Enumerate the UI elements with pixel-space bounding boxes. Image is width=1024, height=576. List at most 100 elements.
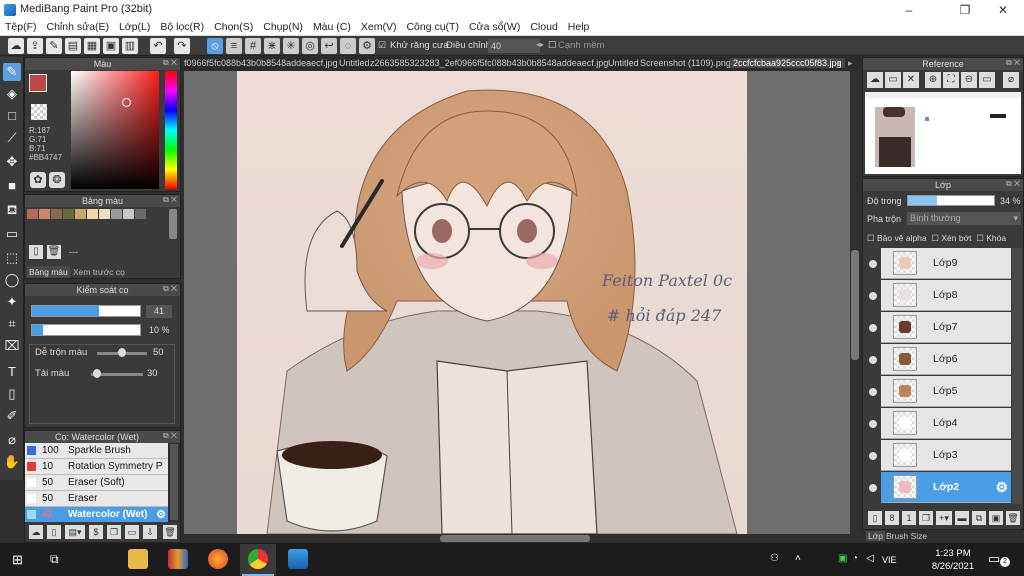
settings-gear-icon[interactable]: ⚙ bbox=[359, 38, 375, 54]
line-tool-icon[interactable]: ⟋ bbox=[3, 129, 21, 147]
task-view-icon[interactable]: ⧉ bbox=[50, 552, 59, 567]
delete-layer-icon[interactable]: 🗑 bbox=[1006, 511, 1020, 525]
antialias-checkbox[interactable]: ☑ bbox=[378, 40, 386, 51]
brush-menu-icon[interactable]: ▤▾ bbox=[65, 525, 85, 539]
tab-scroll-right-icon[interactable]: ▸ bbox=[848, 58, 853, 69]
pen-tool-icon[interactable]: ✐ bbox=[3, 407, 21, 425]
palette-swatch[interactable] bbox=[63, 209, 74, 219]
new-brush-icon[interactable]: ▯ bbox=[47, 525, 61, 539]
brush-size-value[interactable]: 41 bbox=[146, 305, 172, 318]
tab-scroll-left-icon[interactable]: ◂ bbox=[835, 58, 840, 69]
brush-control-close-icon[interactable]: ⧉ ✕ bbox=[163, 284, 177, 294]
merge-layer-icon[interactable]: ⧉ bbox=[972, 511, 986, 525]
layer-visibility-icon[interactable] bbox=[869, 452, 877, 460]
chrome-icon[interactable] bbox=[248, 549, 268, 569]
menu-select[interactable]: Chọn(S) bbox=[209, 20, 258, 34]
grid-snap-icon[interactable]: # bbox=[245, 38, 261, 54]
brush-list-item[interactable]: 100 Sparkle Brush bbox=[25, 443, 168, 459]
winrar-icon[interactable] bbox=[168, 549, 188, 569]
people-icon[interactable]: ⚇ bbox=[770, 553, 779, 564]
menu-tools[interactable]: Công cụ(T) bbox=[401, 20, 464, 34]
brush-list-item[interactable]: 50 Eraser (Soft) bbox=[25, 475, 168, 491]
adjust-input[interactable]: 40 bbox=[488, 39, 540, 53]
canvas-vertical-thumb[interactable] bbox=[851, 250, 859, 360]
layer-row[interactable]: Lớp8 bbox=[881, 280, 1011, 311]
color-panel-close-icon[interactable]: ⧉ ✕ bbox=[163, 58, 177, 68]
canvas-horizontal-thumb[interactable] bbox=[440, 535, 590, 542]
brush-settings-icon[interactable]: $ bbox=[89, 525, 103, 539]
new-palette-icon[interactable]: ▯ bbox=[29, 245, 43, 259]
tab-doc-6[interactable]: 2ccfcfcbaa925ccc05f83.jpg bbox=[730, 58, 845, 68]
brush-list-scrollbar[interactable] bbox=[170, 444, 178, 520]
brush-folder-icon[interactable]: ▭ bbox=[125, 525, 139, 539]
select-eraser-tool-icon[interactable]: ⌧ bbox=[3, 337, 21, 355]
menu-snap[interactable]: Chụp(N) bbox=[258, 20, 308, 34]
brush-list-item[interactable]: 10 Rotation Symmetry P bbox=[25, 459, 168, 475]
load-slider-knob[interactable] bbox=[93, 369, 101, 378]
tray-app-icon[interactable]: ▣ bbox=[838, 553, 847, 564]
circle-snap-icon[interactable]: ◎ bbox=[302, 38, 318, 54]
menu-layer[interactable]: Lớp(L) bbox=[114, 20, 155, 34]
medibang-icon[interactable] bbox=[288, 549, 308, 569]
menu-help[interactable]: Help bbox=[563, 20, 595, 34]
volume-icon[interactable]: ◁ bbox=[866, 553, 874, 564]
tab-doc-1[interactable]: f0966f5fc088b43b0b8548addeaecf.jpg bbox=[184, 58, 338, 68]
delete-palette-icon[interactable]: 🗑 bbox=[47, 245, 61, 259]
artwork-canvas[interactable]: Feiton Paxtel 0c # hỏi đáp 247 bbox=[237, 71, 747, 534]
fill-shape-tool-icon[interactable]: ■ bbox=[3, 177, 21, 195]
palette-swatch[interactable] bbox=[27, 209, 38, 219]
reference-image[interactable] bbox=[865, 92, 1021, 174]
firefox-icon[interactable] bbox=[208, 549, 228, 569]
hand-tool-icon[interactable]: ✋ bbox=[3, 453, 21, 471]
palette-swatch[interactable] bbox=[99, 209, 110, 219]
system-clock[interactable]: 1:23 PM 8/26/2021 bbox=[928, 547, 978, 573]
menu-file[interactable]: Tệp(F) bbox=[0, 20, 42, 34]
new-layer-icon[interactable]: ▯ bbox=[868, 511, 882, 525]
menu-window[interactable]: Cửa sổ(W) bbox=[464, 20, 525, 34]
tab-brush-preview[interactable]: Xem trước cọ bbox=[71, 266, 127, 278]
menu-cloud[interactable]: Cloud bbox=[525, 20, 562, 34]
reference-cloud-icon[interactable]: ☁ bbox=[867, 72, 883, 88]
brush-list-close-icon[interactable]: ⧉ ✕ bbox=[163, 431, 177, 441]
layer-panel-close-icon[interactable]: ⧉ ✕ bbox=[1006, 179, 1020, 189]
tab-doc-3[interactable]: z2663585323283_2ef0966f5fc088b43b0b8548a… bbox=[370, 58, 608, 68]
saturation-value-picker[interactable] bbox=[71, 71, 159, 189]
layer-row[interactable]: Lớp6 bbox=[881, 344, 1011, 375]
layer-visibility-icon[interactable] bbox=[869, 260, 877, 268]
brush-tool-icon[interactable]: ✎ bbox=[3, 63, 21, 81]
layer-row[interactable]: Lớp9 bbox=[881, 248, 1011, 279]
select-rect-tool-icon[interactable]: ⬚ bbox=[3, 249, 21, 267]
menu-filter[interactable]: Bộ lọc(R) bbox=[155, 20, 209, 34]
tab-doc-4[interactable]: Untitled bbox=[608, 58, 639, 68]
brush-settings-gear-icon[interactable]: ⚙ bbox=[156, 508, 166, 521]
palette-swatch[interactable] bbox=[123, 209, 134, 219]
minimize-button[interactable]: – bbox=[886, 0, 932, 20]
chat-icon[interactable]: ▤ bbox=[65, 38, 81, 54]
language-indicator[interactable]: VIE bbox=[882, 555, 897, 565]
burst-snap-icon[interactable]: ✳ bbox=[283, 38, 299, 54]
menu-edit[interactable]: Chỉnh sửa(E) bbox=[42, 20, 114, 34]
ellipse-snap-icon[interactable]: ◌ bbox=[340, 38, 356, 54]
rectangle-tool-icon[interactable]: □ bbox=[3, 107, 21, 125]
clip-checkbox[interactable]: ☐ bbox=[931, 233, 939, 243]
tab-layer[interactable]: Lớp bbox=[866, 531, 886, 541]
copy-brush-icon[interactable]: ❐ bbox=[107, 525, 121, 539]
palette-swatch[interactable] bbox=[87, 209, 98, 219]
tab-doc-2[interactable]: Untitled bbox=[339, 58, 370, 68]
move-tool-icon[interactable]: ✥ bbox=[3, 153, 21, 171]
protect-alpha-checkbox[interactable]: ☐ bbox=[867, 233, 875, 243]
windows-start-icon[interactable]: ⊞ bbox=[12, 553, 25, 566]
divide-tool-icon[interactable]: ▯ bbox=[3, 385, 21, 403]
tray-chevron-icon[interactable]: ˄ bbox=[795, 553, 801, 564]
magic-wand-tool-icon[interactable]: ✦ bbox=[3, 293, 21, 311]
layer-transfer-icon[interactable]: ▣ bbox=[989, 511, 1003, 525]
menu-color[interactable]: Màu (C) bbox=[308, 20, 356, 34]
select-pen-tool-icon[interactable]: ⌗ bbox=[3, 315, 21, 333]
notification-icon[interactable]: ▭ bbox=[988, 551, 1000, 567]
add-layer-menu-icon[interactable]: +▾ bbox=[936, 511, 952, 525]
comment-icon[interactable]: ✎ bbox=[46, 38, 62, 54]
layer-list-scrollbar[interactable] bbox=[1012, 248, 1022, 504]
lock-checkbox[interactable]: ☐ bbox=[976, 233, 984, 243]
tab-brush-size[interactable]: Brush Size bbox=[886, 531, 927, 541]
zoom-in-icon[interactable]: ⊕ bbox=[925, 72, 941, 88]
